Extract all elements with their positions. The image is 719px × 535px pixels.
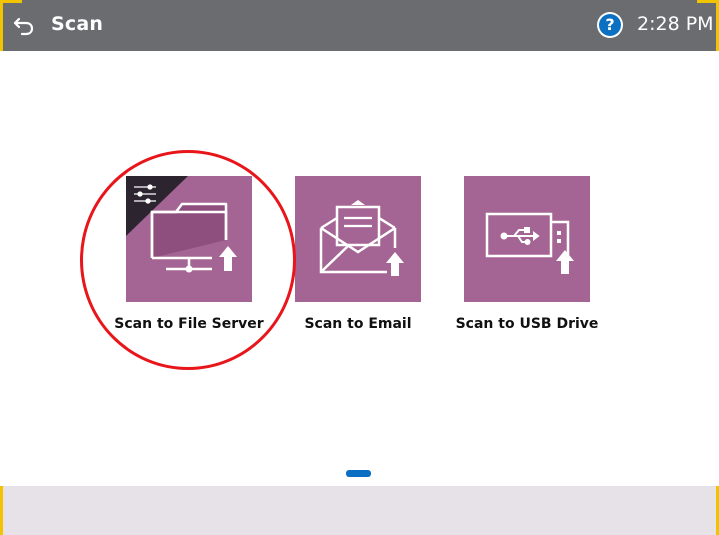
corner-accent-left-top	[0, 0, 22, 3]
corner-accent-right-top	[697, 0, 719, 3]
page-title: Scan	[51, 13, 104, 35]
scan-to-usb-drive-tile[interactable]	[464, 176, 590, 302]
usb-drive-icon	[485, 212, 574, 274]
corner-accent-left	[0, 0, 3, 51]
back-arrow-icon	[13, 17, 34, 36]
clock: 2:28 PM	[637, 13, 714, 35]
envelope-icon	[319, 200, 404, 276]
help-button[interactable]: ?	[597, 12, 623, 38]
bottom-bar	[0, 486, 719, 535]
help-icon: ?	[599, 14, 621, 36]
back-button[interactable]	[10, 10, 40, 40]
corner-accent-bottom-left	[0, 486, 3, 535]
highlight-circle	[80, 150, 296, 370]
tile-label-usb-drive: Scan to USB Drive	[455, 316, 599, 332]
top-bar: Scan ? 2:28 PM	[0, 0, 719, 51]
page-indicator	[346, 470, 371, 477]
scan-to-email-tile[interactable]	[295, 176, 421, 302]
